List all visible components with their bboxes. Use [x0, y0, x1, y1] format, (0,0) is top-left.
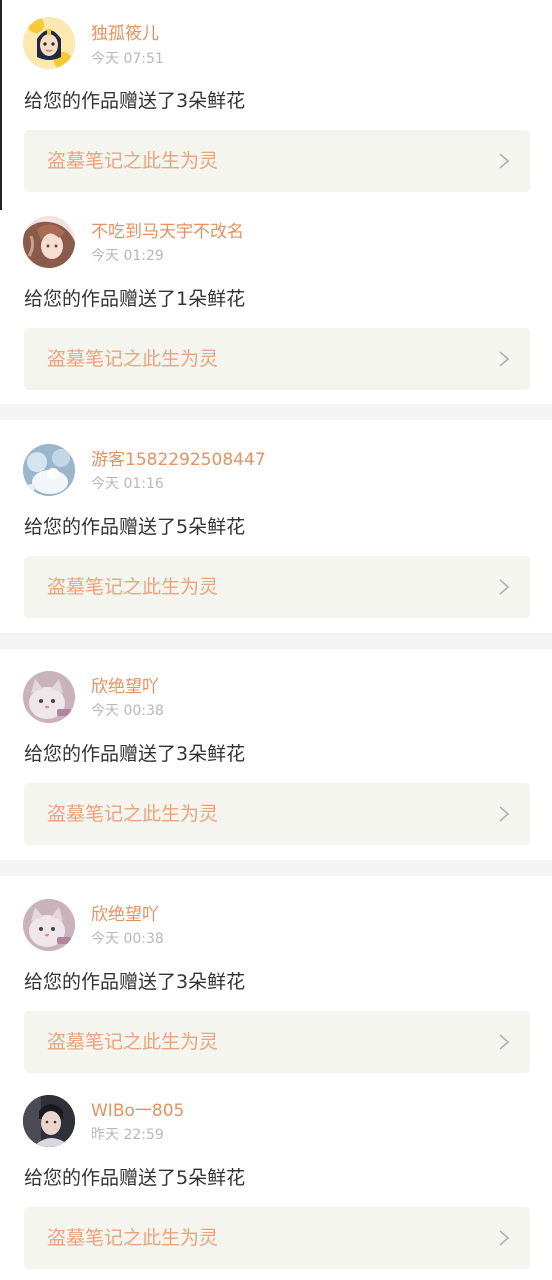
- work-title: 盗墓笔记之此生为灵: [47, 1227, 219, 1249]
- work-title: 盗墓笔记之此生为灵: [47, 1031, 219, 1053]
- section-separator: [0, 860, 552, 876]
- username[interactable]: 游客1582292508447: [91, 449, 266, 471]
- gift-message: 给您的作品赠送了3朵鲜花: [24, 90, 246, 112]
- user-avatar[interactable]: [23, 17, 75, 69]
- gift-message: 给您的作品赠送了3朵鲜花: [24, 743, 246, 765]
- timestamp: 昨天 22:59: [91, 1127, 164, 1143]
- chevron-right-icon: [499, 351, 510, 367]
- user-avatar[interactable]: [23, 899, 75, 951]
- user-avatar[interactable]: [23, 216, 75, 268]
- cartoon-girl-avatar-icon: [23, 17, 75, 69]
- work-card[interactable]: 盗墓笔记之此生为灵: [24, 783, 530, 845]
- work-title: 盗墓笔记之此生为灵: [47, 150, 219, 172]
- gift-message: 给您的作品赠送了1朵鲜花: [24, 288, 246, 310]
- chevron-right-icon: [499, 806, 510, 822]
- chevron-right-icon: [499, 579, 510, 595]
- work-title: 盗墓笔记之此生为灵: [47, 803, 219, 825]
- username[interactable]: WIBo一805: [91, 1100, 184, 1122]
- work-title: 盗墓笔记之此生为灵: [47, 348, 219, 370]
- user-avatar[interactable]: [23, 671, 75, 723]
- chevron-right-icon: [499, 1230, 510, 1246]
- work-card[interactable]: 盗墓笔记之此生为灵: [24, 328, 530, 390]
- left-edge-rule: [0, 0, 2, 210]
- work-card[interactable]: 盗墓笔记之此生为灵: [24, 130, 530, 192]
- work-card[interactable]: 盗墓笔记之此生为灵: [24, 1011, 530, 1073]
- gift-message: 给您的作品赠送了3朵鲜花: [24, 971, 246, 993]
- section-separator: [0, 633, 552, 649]
- gift-message: 给您的作品赠送了5朵鲜花: [24, 1167, 246, 1189]
- work-title: 盗墓笔记之此生为灵: [47, 576, 219, 598]
- anime-portrait-avatar-icon: [23, 216, 75, 268]
- timestamp: 今天 00:38: [91, 931, 164, 947]
- timestamp: 今天 01:16: [91, 476, 164, 492]
- username[interactable]: 欣绝望吖: [91, 676, 159, 698]
- username[interactable]: 不吃到马天宇不改名: [91, 221, 244, 243]
- user-avatar[interactable]: [23, 444, 75, 496]
- chevron-right-icon: [499, 153, 510, 169]
- person-photo-avatar-icon: [23, 1095, 75, 1147]
- snow-scene-avatar-icon: [23, 444, 75, 496]
- work-card[interactable]: 盗墓笔记之此生为灵: [24, 556, 530, 618]
- cat-photo-avatar-icon: [23, 671, 75, 723]
- section-separator: [0, 404, 552, 420]
- timestamp: 今天 07:51: [91, 51, 164, 67]
- username[interactable]: 欣绝望吖: [91, 904, 159, 926]
- chevron-right-icon: [499, 1034, 510, 1050]
- user-avatar[interactable]: [23, 1095, 75, 1147]
- work-card[interactable]: 盗墓笔记之此生为灵: [24, 1207, 530, 1269]
- gift-message: 给您的作品赠送了5朵鲜花: [24, 516, 246, 538]
- timestamp: 今天 01:29: [91, 248, 164, 264]
- timestamp: 今天 00:38: [91, 703, 164, 719]
- cat-photo-avatar-icon: [23, 899, 75, 951]
- username[interactable]: 独孤筱儿: [91, 23, 159, 45]
